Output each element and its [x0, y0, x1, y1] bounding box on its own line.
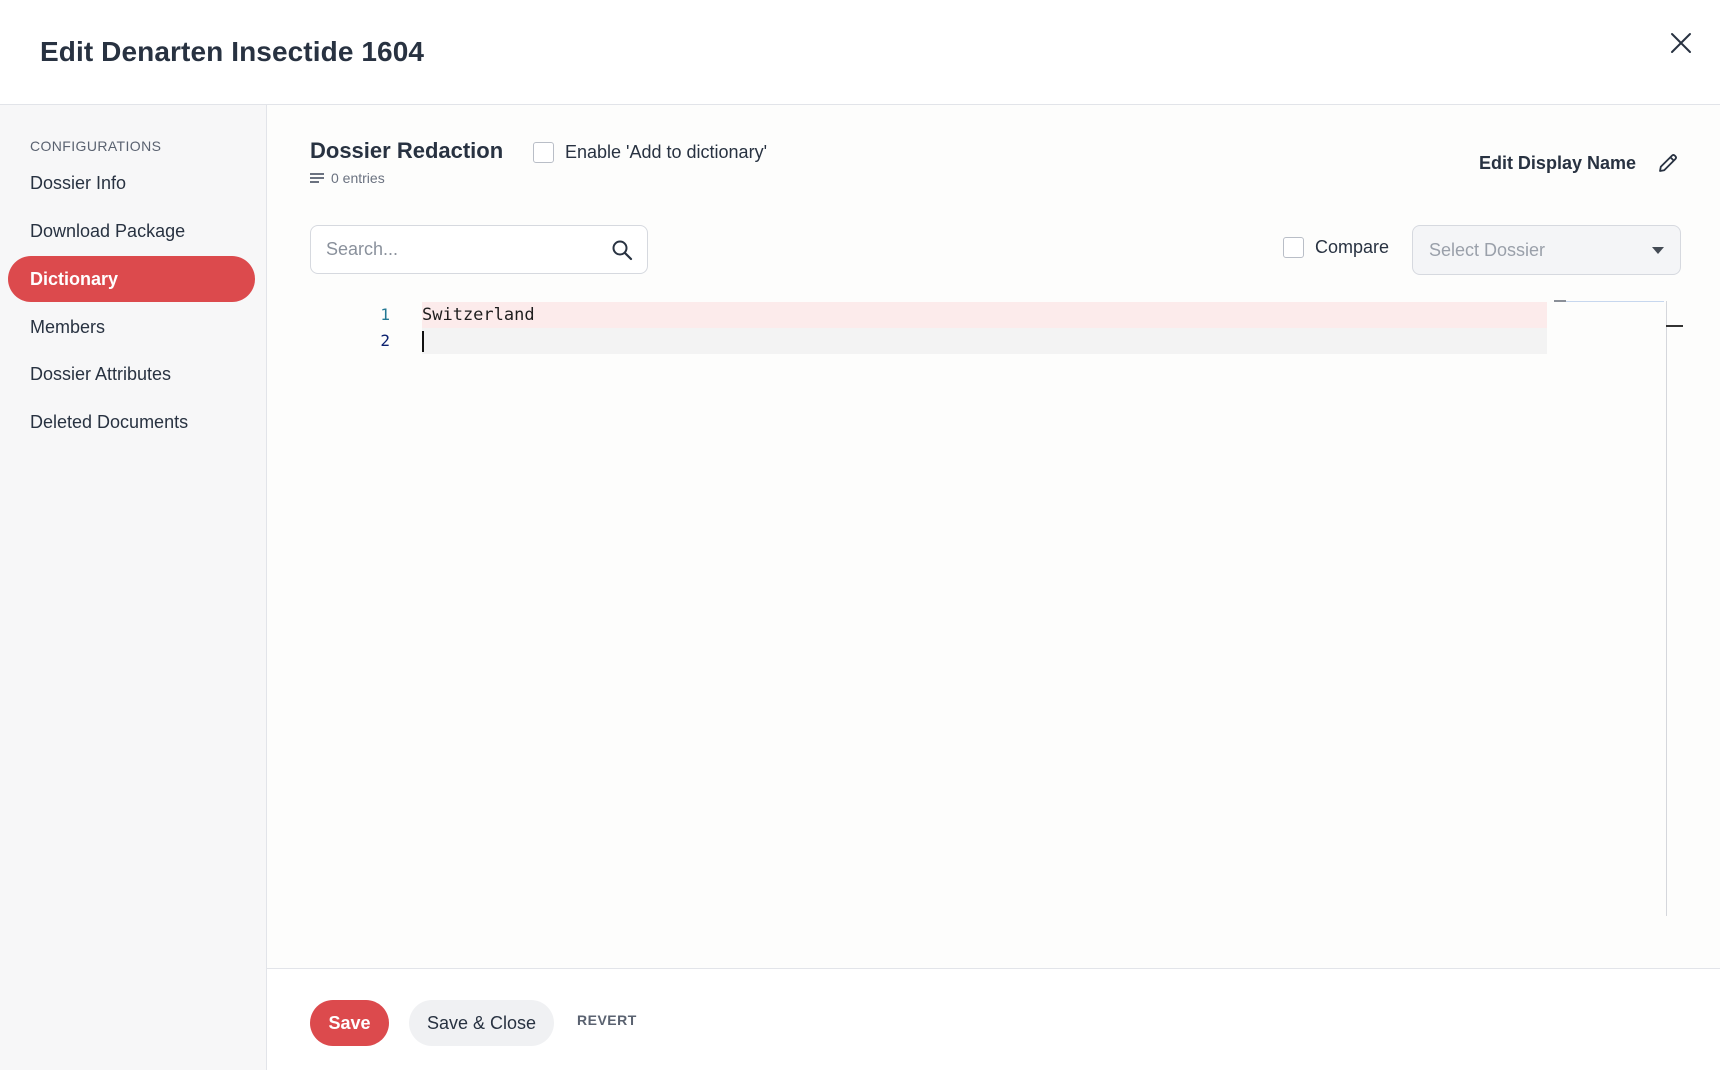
line-text[interactable]: Switzerland: [422, 302, 1547, 328]
close-button[interactable]: [1664, 26, 1698, 60]
caret-down-icon: [1652, 246, 1664, 254]
sidebar-item-label: Dossier Attributes: [30, 363, 172, 384]
editor-line[interactable]: 2: [310, 328, 1547, 354]
select-dossier-dropdown[interactable]: Select Dossier: [1412, 225, 1681, 275]
enable-add-to-dictionary-checkbox[interactable]: [533, 142, 554, 163]
select-dossier-placeholder: Select Dossier: [1429, 239, 1546, 260]
edit-display-name-label: Edit Display Name: [1478, 152, 1636, 173]
save-and-close-button[interactable]: Save & Close: [409, 1000, 554, 1046]
line-text[interactable]: [422, 328, 1547, 354]
search-field[interactable]: [310, 225, 648, 274]
sidebar-item-deleted-documents[interactable]: Deleted Documents: [8, 399, 255, 445]
sidebar-item-label: Deleted Documents: [30, 411, 189, 432]
edit-display-name[interactable]: Edit Display Name: [1479, 151, 1680, 175]
list-icon: [310, 173, 324, 183]
sidebar: CONFIGURATIONS Dossier Info Download Pac…: [0, 105, 267, 1070]
dictionary-panel: Dossier Redaction 0 entries Enable 'Add …: [267, 105, 1720, 968]
pencil-icon[interactable]: [1656, 151, 1680, 175]
enable-add-to-dictionary[interactable]: Enable 'Add to dictionary': [533, 142, 767, 163]
compare-checkbox[interactable]: [1283, 237, 1304, 258]
enable-add-to-dictionary-label: Enable 'Add to dictionary': [565, 142, 767, 162]
search-icon[interactable]: [611, 239, 633, 261]
sidebar-item-dictionary[interactable]: Dictionary: [8, 256, 255, 302]
editor-line[interactable]: 1 Switzerland: [310, 302, 1547, 328]
search-input[interactable]: [326, 239, 611, 260]
text-cursor: [422, 331, 424, 352]
sidebar-item-label: Download Package: [30, 220, 186, 241]
compare-toggle[interactable]: Compare: [1283, 237, 1389, 258]
editor-scrollbar[interactable]: [1666, 301, 1667, 916]
save-button[interactable]: Save: [310, 1000, 389, 1046]
scrollbar-cursor-mark: [1666, 325, 1683, 327]
entries-count: 0 entries: [310, 170, 385, 186]
sidebar-item-label: Dossier Info: [30, 172, 127, 193]
sidebar-heading: CONFIGURATIONS: [30, 138, 162, 154]
dictionary-title: Dossier Redaction: [310, 138, 504, 163]
line-number: 2: [380, 331, 390, 350]
sidebar-item-download-package[interactable]: Download Package: [8, 208, 255, 254]
minimap[interactable]: [1554, 301, 1664, 303]
revert-button[interactable]: REVERT: [577, 1012, 637, 1028]
sidebar-item-label: Members: [30, 316, 106, 337]
sidebar-item-dossier-attributes[interactable]: Dossier Attributes: [8, 351, 255, 397]
edit-dossier-modal: Edit Denarten Insectide 1604 CONFIGURATI…: [0, 0, 1720, 1070]
sidebar-item-label: Dictionary: [30, 268, 119, 289]
sidebar-item-dossier-info[interactable]: Dossier Info: [8, 160, 255, 206]
sidebar-item-members[interactable]: Members: [8, 304, 255, 350]
compare-label: Compare: [1315, 237, 1390, 257]
modal-footer: Save Save & Close REVERT: [267, 968, 1720, 1070]
modal-header: Edit Denarten Insectide 1604: [0, 0, 1720, 105]
close-icon: [1671, 33, 1691, 53]
dictionary-editor[interactable]: 1 Switzerland 2: [310, 296, 1683, 916]
entries-count-label: 0 entries: [331, 170, 385, 186]
page-title: Edit Denarten Insectide 1604: [40, 36, 425, 67]
line-number: 1: [380, 305, 390, 324]
minimap-line-mark: [1554, 300, 1566, 302]
